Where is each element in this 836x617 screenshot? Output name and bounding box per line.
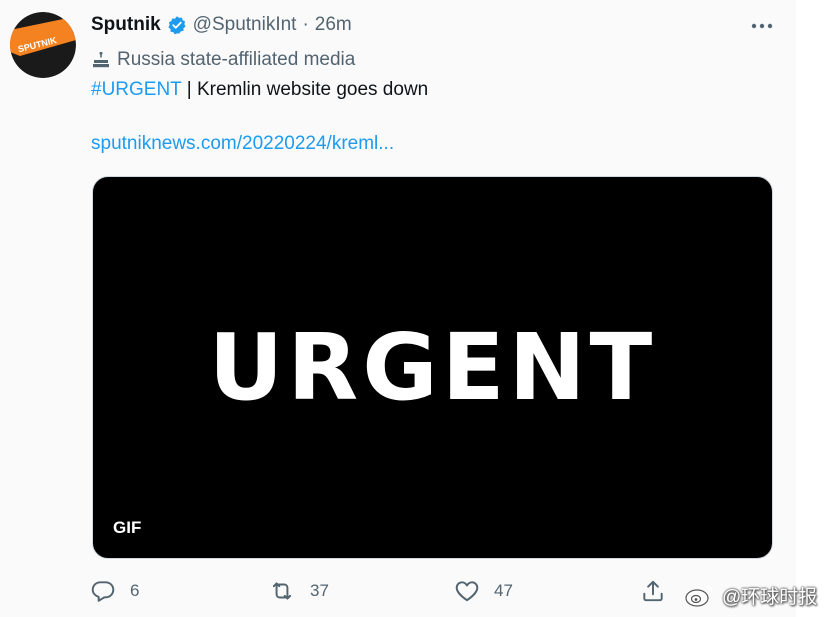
state-media-label[interactable]: Russia state-affiliated media — [91, 47, 355, 73]
tweet-text: #URGENT | Kremlin website goes down — [91, 79, 428, 105]
like-count: 47 — [494, 581, 513, 600]
watermark-text: @环球时报 — [722, 586, 818, 608]
sputnik-logo-icon: SPUTNIK — [10, 12, 76, 78]
avatar[interactable]: SPUTNIK — [10, 12, 76, 78]
tweet-card: SPUTNIK Sputnik @SputnikInt · 26m Russia… — [0, 0, 796, 617]
share-button[interactable] — [640, 575, 666, 607]
reply-button[interactable]: 6 — [90, 575, 139, 607]
gif-badge: GIF — [113, 518, 142, 537]
verified-badge-icon — [167, 15, 187, 35]
watermark: @环球时报 — [684, 580, 817, 610]
page-background — [796, 0, 836, 617]
user-handle[interactable]: @SputnikInt — [193, 14, 297, 36]
tweet-body-text: | Kremlin website goes down — [181, 79, 429, 100]
timestamp[interactable]: 26m — [315, 14, 352, 36]
retweet-count: 37 — [310, 581, 329, 600]
separator-dot: · — [302, 14, 309, 35]
hashtag-link[interactable]: #URGENT — [91, 79, 181, 100]
more-options-icon[interactable] — [748, 14, 776, 38]
podium-icon — [91, 50, 111, 70]
heart-icon — [455, 581, 479, 602]
article-link[interactable]: sputniknews.com/20220224/kreml... — [91, 133, 394, 154]
reply-count: 6 — [130, 581, 140, 600]
share-icon — [643, 580, 663, 602]
weibo-logo-icon — [685, 586, 713, 607]
state-media-label-text: Russia state-affiliated media — [117, 49, 356, 70]
display-name[interactable]: Sputnik — [91, 14, 161, 36]
tweet-link-row: sputniknews.com/20220224/kreml... — [91, 133, 394, 159]
action-bar: 6 37 47 — [90, 575, 780, 607]
retweet-icon — [272, 582, 292, 600]
media-headline: URGENT — [208, 314, 657, 421]
gif-media[interactable]: URGENT GIF — [92, 176, 773, 559]
tweet-header: Sputnik @SputnikInt · 26m — [91, 12, 352, 38]
reply-icon — [91, 581, 115, 602]
retweet-button[interactable]: 37 — [268, 575, 329, 607]
like-button[interactable]: 47 — [454, 575, 513, 607]
